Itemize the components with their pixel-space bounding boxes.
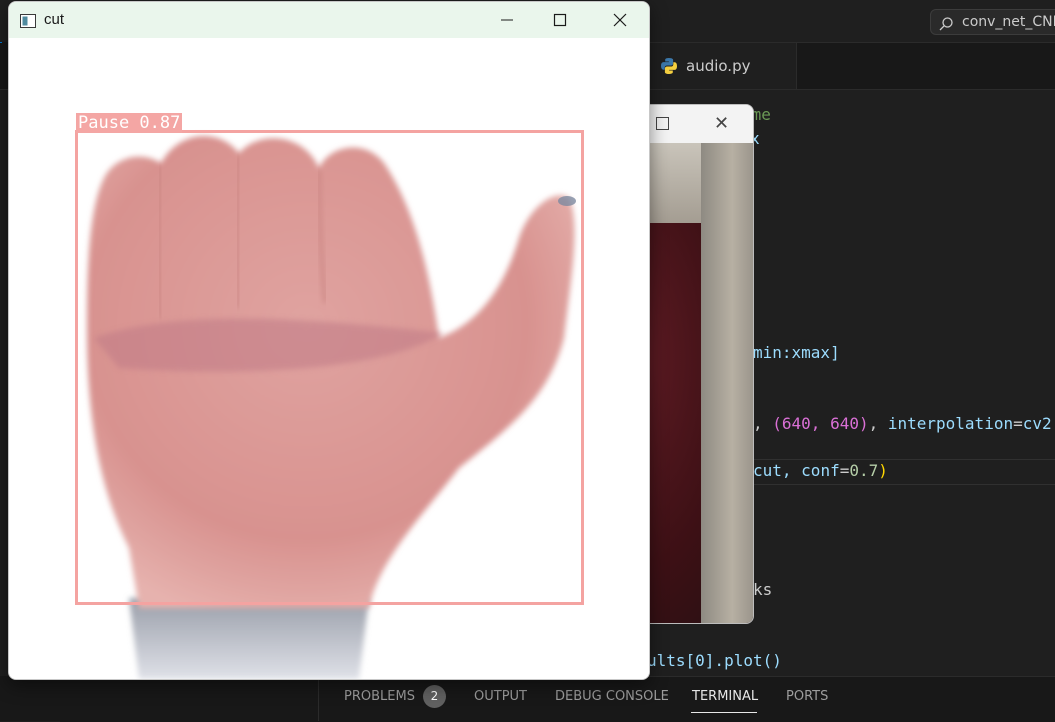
tab-terminal[interactable]: TERMINAL [692,689,758,704]
minimize-button[interactable] [484,2,530,38]
detection-bounding-box [75,130,584,605]
maximize-button[interactable] [537,2,583,38]
tab-problems[interactable]: PROBLEMS [344,689,415,704]
lower-left-panel [0,676,61,721]
close-icon [613,13,627,27]
search-icon [939,15,953,39]
close-button[interactable] [597,2,643,38]
webcam-background-side [701,143,753,623]
opencv-window-icon [20,13,36,32]
tab-label: audio.py [686,57,751,75]
code-line: cut, conf=0.7) [753,461,888,480]
active-tab-underline [691,712,757,713]
code-line: ks [753,580,773,599]
code-line: ults[0].plot() [647,651,782,670]
command-center-search[interactable]: conv_net_CNN [930,9,1055,35]
close-icon[interactable]: ✕ [714,113,729,134]
minimize-icon [501,19,513,21]
tab-audio-py[interactable]: audio.py [648,43,797,89]
tab-ports[interactable]: PORTS [786,689,828,704]
problems-count-badge: 2 [423,685,446,708]
python-icon [660,57,678,79]
cut-window[interactable]: cut Pause 0.87 [8,1,650,680]
panel-divider [318,676,319,721]
detection-label: Pause 0.87 [76,113,183,133]
maximize-icon [553,13,567,27]
maximize-icon[interactable] [656,117,669,130]
cut-window-titlebar[interactable]: cut [9,2,649,38]
search-label: conv_net_CNN [962,14,1055,30]
tab-output[interactable]: OUTPUT [474,689,527,704]
code-line: , (640, 640), interpolation=cv2. [753,414,1055,433]
detection-canvas: Pause 0.87 [9,38,649,679]
code-line: min:xmax] [753,343,840,362]
window-title: cut [44,11,65,28]
tab-debug-console[interactable]: DEBUG CONSOLE [555,689,669,704]
